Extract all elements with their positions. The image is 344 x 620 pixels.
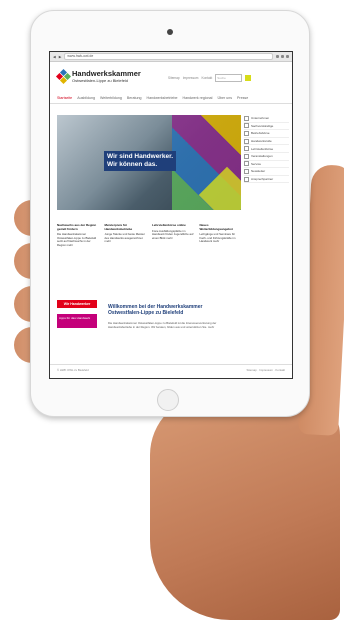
site-subtitle: Ostwestfalen-Lippe zu Bielefeld (72, 78, 129, 83)
logo-icon[interactable] (55, 68, 72, 85)
box-icon (244, 138, 249, 144)
utility-link-sitemap[interactable]: Sitemap (168, 76, 180, 80)
address-bar[interactable]: www.hwk-owl.de (64, 53, 273, 60)
nav-item-ausbildung[interactable]: Ausbildung (77, 96, 95, 100)
welcome-text: Die Handwerkskammer Ostwestfalen-Lippe z… (108, 321, 217, 329)
news-item[interactable]: Meisterpreis für Handwerksbetriebe Junge … (105, 223, 147, 248)
footer-links[interactable]: Sitemap · Impressum · Kontakt (246, 368, 285, 372)
quick-links-sidebar: Unternehmen Sachverständige Betriebsbörs… (244, 115, 289, 184)
nav-item-beratung[interactable]: Beratung (127, 96, 142, 100)
sidebar-item[interactable]: Handwerksrolle (244, 138, 289, 146)
sidebar-item[interactable]: Service (244, 161, 289, 169)
nav-item-start[interactable]: Startseite (57, 96, 72, 100)
nav-item-ueber-uns[interactable]: Über uns (217, 96, 232, 100)
sidebar-item[interactable]: Veranstaltungen (244, 153, 289, 161)
utility-link-impressum[interactable]: Impressum (183, 76, 199, 80)
welcome-heading: Willkommen bei der Handwerkskammer Ostwe… (108, 304, 203, 316)
search-button[interactable] (245, 75, 252, 81)
box-icon (244, 153, 249, 159)
nav-item-weiterbildung[interactable]: Weiterbildung (100, 96, 122, 100)
box-icon (244, 130, 249, 136)
back-icon[interactable]: ◀ (53, 55, 56, 59)
menu-icon[interactable] (286, 55, 289, 58)
camera-icon (167, 29, 173, 35)
utility-links: Sitemap Impressum Kontakt Suche (168, 74, 252, 82)
browser-icons (276, 55, 289, 58)
box-icon (244, 161, 249, 167)
site-footer: © HWK OWL zu Bielefeld Sitemap · Impress… (50, 364, 292, 374)
campaign-badge[interactable]: Wir Handwerker (57, 300, 97, 308)
footer-copyright: © HWK OWL zu Bielefeld (57, 367, 89, 372)
site-header: Handwerkskammer Ostwestfalen-Lippe zu Bi… (50, 62, 292, 92)
bookmark-icon[interactable] (276, 55, 279, 58)
box-icon (244, 123, 249, 129)
sidebar-item[interactable]: Newsletter (244, 168, 289, 176)
share-icon[interactable] (281, 55, 284, 58)
tablet-screen: ◀ ▶ www.hwk-owl.de Handwerkskammer Ostwe… (49, 51, 293, 379)
nav-item-betriebe[interactable]: Handwerksbetriebe (147, 96, 178, 100)
sidebar-item[interactable]: Sachverständige (244, 123, 289, 131)
news-item[interactable]: Neues Weiterbildungsangebot Lehrgänge und… (200, 223, 242, 248)
home-button[interactable] (157, 389, 179, 411)
sidebar-item[interactable]: Betriebsbörse (244, 130, 289, 138)
news-item[interactable]: Nachwuchs aus der Region gezielt fördern… (57, 223, 99, 248)
nav-item-presse[interactable]: Presse (237, 96, 248, 100)
hero-claim: Wir sind Handwerker. Wir können das. (104, 151, 177, 171)
site-title[interactable]: Handwerkskammer (72, 69, 141, 78)
sidebar-item[interactable]: Ansprechpartner (244, 176, 289, 184)
main-nav: Startseite Ausbildung Weiterbildung Bera… (50, 92, 292, 104)
hero-banner[interactable]: Wir sind Handwerker. Wir können das. (57, 115, 241, 210)
utility-link-kontakt[interactable]: Kontakt (201, 76, 212, 80)
nav-item-regional[interactable]: Handwerk regional (182, 96, 212, 100)
apps-badge[interactable]: Apps für das Handwerk (57, 314, 97, 328)
news-item[interactable]: Lehrstellenbörse online Freie Ausbildungs… (152, 223, 194, 248)
search-input[interactable]: Suche (215, 74, 243, 82)
tablet-device: ◀ ▶ www.hwk-owl.de Handwerkskammer Ostwe… (30, 10, 310, 417)
sidebar-item[interactable]: Unternehmen (244, 115, 289, 123)
forward-icon[interactable]: ▶ (59, 55, 62, 59)
box-icon (244, 176, 249, 182)
browser-toolbar: ◀ ▶ www.hwk-owl.de (50, 52, 292, 62)
sidebar-item[interactable]: Lehrstellenbörse (244, 145, 289, 153)
box-icon (244, 146, 249, 152)
box-icon (244, 115, 249, 121)
box-icon (244, 168, 249, 174)
news-teasers: Nachwuchs aus der Region gezielt fördern… (57, 223, 242, 248)
